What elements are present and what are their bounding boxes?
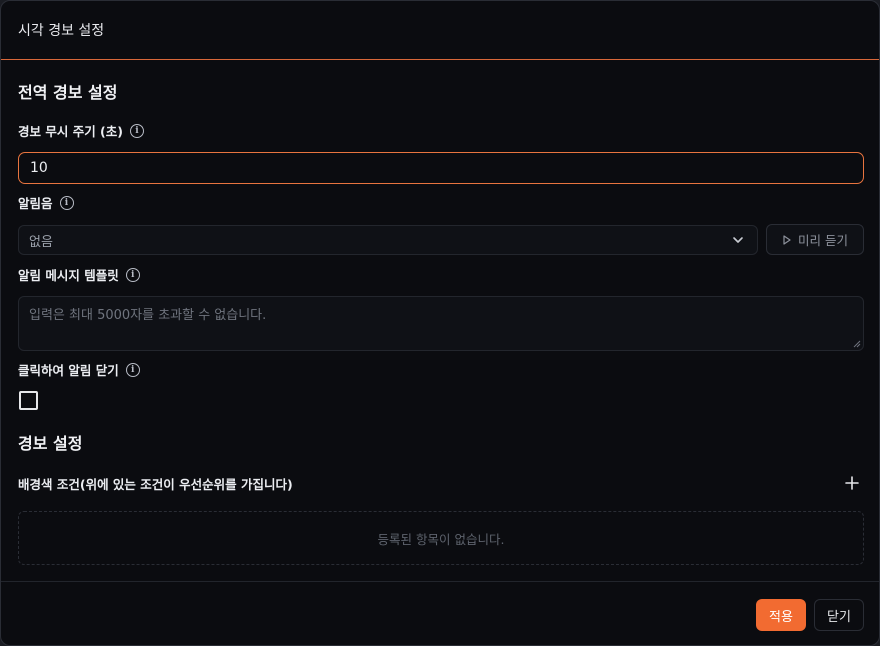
ignore-period-label-text: 경보 무시 주기 (초) [18,124,123,139]
apply-button[interactable]: 적용 [756,599,806,631]
click-to-close-checkbox[interactable] [19,391,38,410]
dialog-title: 시각 경보 설정 [18,23,105,39]
info-icon[interactable]: i [59,195,74,210]
bg-condition-label: 배경색 조건(위에 있는 조건이 우선순위를 가집니다) [18,474,293,493]
close-button[interactable]: 닫기 [814,599,864,631]
message-template-placeholder: 입력은 최대 5000자를 초과할 수 없습니다. [29,308,267,323]
chevron-down-icon [733,237,743,243]
info-icon[interactable]: i [125,267,140,282]
preview-sound-label: 미리 듣기 [798,233,848,248]
message-template-label-text: 알림 메시지 템플릿 [18,268,119,283]
dialog-footer: 적용 닫기 [1,581,879,645]
bg-condition-label-text: 배경색 조건(위에 있는 조건이 우선순위를 가집니다) [18,477,293,492]
sound-select[interactable]: 없음 [18,225,758,255]
info-icon[interactable]: i [129,123,144,138]
bg-condition-empty-list: 등록된 항목이 없습니다. [18,511,864,565]
plus-icon[interactable] [844,475,860,491]
sound-label: 알림음 i [18,193,74,212]
dialog-header: 시각 경보 설정 [1,1,879,60]
click-to-close-label-text: 클릭하여 알림 닫기 [18,363,119,378]
info-icon[interactable]: i [125,362,140,377]
message-template-label: 알림 메시지 템플릿 i [18,265,140,284]
sound-selected-value: 없음 [29,234,53,250]
apply-button-label: 적용 [769,609,793,625]
preview-sound-button[interactable]: 미리 듣기 [766,224,864,255]
sound-label-text: 알림음 [18,196,53,211]
alert-section-title: 경보 설정 [18,434,83,453]
dialog-body[interactable]: 전역 경보 설정 경보 무시 주기 (초) i 10 알림음 i 없음 미리 듣… [1,60,879,581]
empty-state-text: 등록된 항목이 없습니다. [377,531,505,547]
global-section-title: 전역 경보 설정 [18,83,118,102]
click-to-close-label: 클릭하여 알림 닫기 i [18,360,140,379]
ignore-period-value: 10 [30,160,48,176]
play-icon [783,234,791,245]
ignore-period-input[interactable]: 10 [18,152,864,184]
close-button-label: 닫기 [827,609,851,625]
ignore-period-label: 경보 무시 주기 (초) i [18,121,144,140]
visual-alert-settings-dialog: 시각 경보 설정 전역 경보 설정 경보 무시 주기 (초) i 10 알림음 … [0,0,880,646]
message-template-textarea[interactable]: 입력은 최대 5000자를 초과할 수 없습니다. [18,296,864,351]
resize-grip-icon[interactable] [853,340,861,348]
